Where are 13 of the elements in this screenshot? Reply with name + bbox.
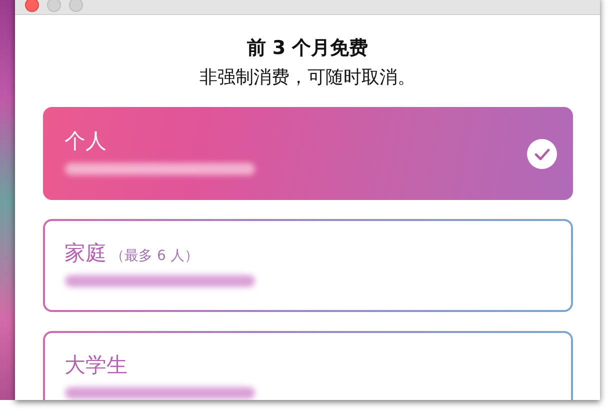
heading-title: 前 3 个月免费 — [246, 36, 368, 61]
plan-name: 大学生 — [64, 352, 128, 379]
plan-note: （最多 6 人） — [110, 247, 198, 265]
close-button[interactable] — [25, 0, 39, 12]
plan-card[interactable]: 个人 — [42, 107, 572, 200]
minimize-button[interactable] — [47, 0, 61, 12]
plan-name: 个人 — [64, 128, 106, 155]
plan-card[interactable]: 家庭 （最多 6 人） — [42, 219, 572, 312]
zoom-button[interactable] — [69, 0, 83, 12]
plan-name: 家庭 — [64, 240, 106, 267]
plan-card[interactable]: 大学生 — [42, 331, 572, 400]
checkmark-icon — [526, 139, 556, 169]
heading-subtitle: 非强制消费，可随时取消。 — [200, 66, 416, 89]
